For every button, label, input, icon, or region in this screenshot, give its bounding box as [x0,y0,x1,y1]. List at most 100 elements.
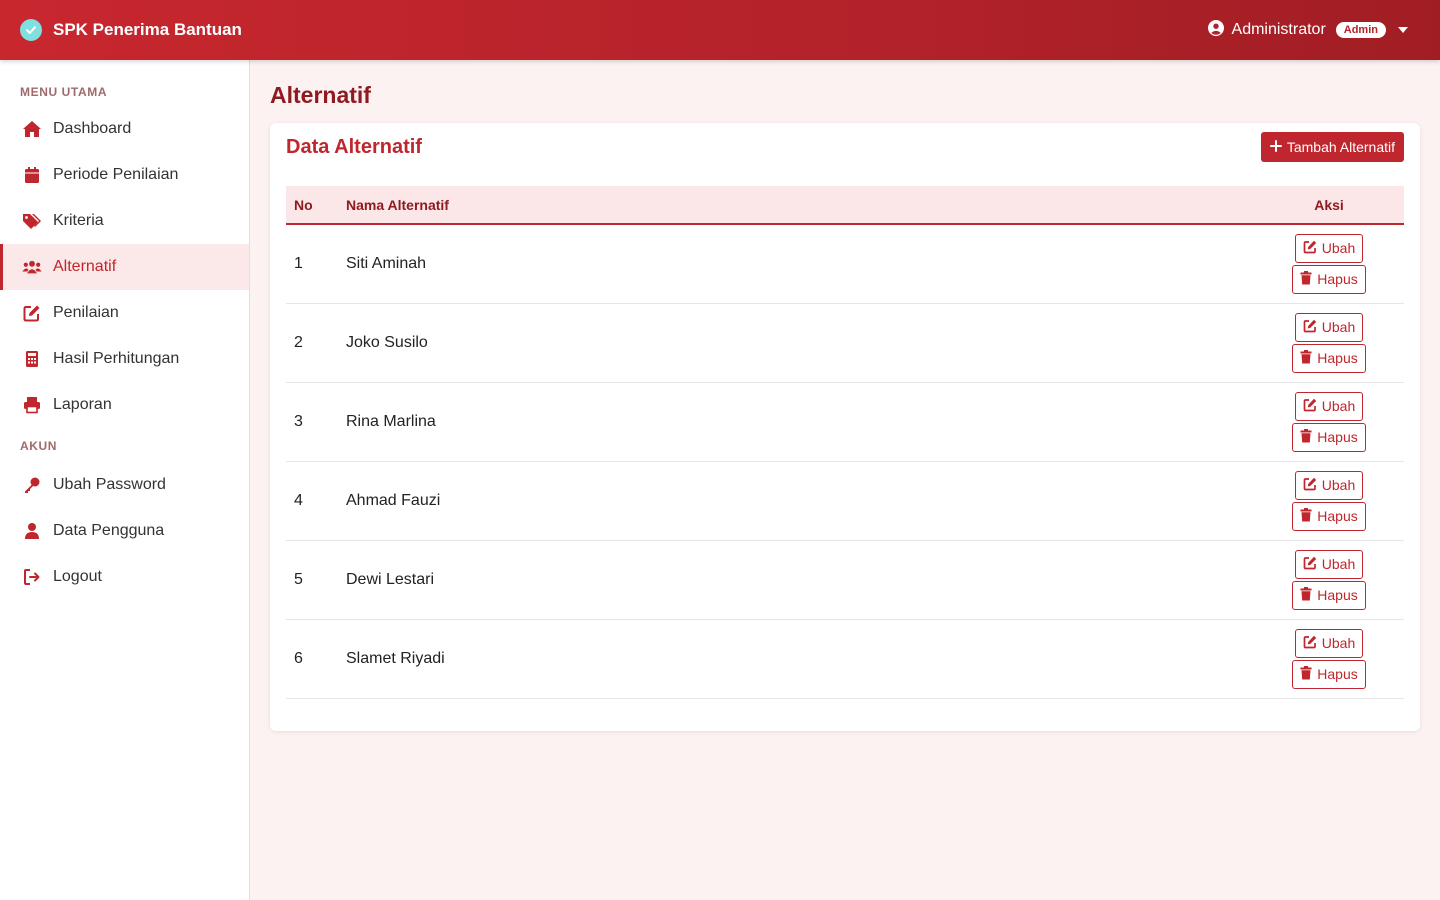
row-name: Dewi Lestari [346,570,435,588]
table-row: 2 Joko Susilo Ubah Hapus [286,303,1404,382]
chevron-down-icon[interactable] [1398,27,1408,33]
sidebar-item-label: Penilaian [53,304,119,321]
home-icon [22,119,42,139]
row-actions: Ubah Hapus [1254,224,1404,303]
sidebar-item-label: Alternatif [53,258,117,275]
trash-icon [1300,586,1312,604]
sidebar-item-label: Ubah Password [53,476,166,493]
add-button-label: Tambah Alternatif [1286,139,1395,155]
row-number: 2 [294,333,303,351]
delete-button[interactable]: Hapus [1292,501,1366,531]
trash-icon [1300,349,1312,367]
add-alternatif-button[interactable]: Tambah Alternatif [1260,132,1404,162]
user-name: Administrator [1231,21,1326,38]
column-header-aksi: Aksi [1314,196,1344,213]
delete-button[interactable]: Hapus [1292,264,1366,294]
check-circle-icon [20,19,42,41]
delete-button-label: Hapus [1317,587,1358,603]
edit-button[interactable]: Ubah [1294,312,1364,342]
row-number: 5 [294,570,303,588]
sidebar-item-dashboard[interactable]: Dashboard [0,106,249,152]
user-circle-icon [1207,19,1224,41]
data-card: Data Alternatif Tambah Alternatif No Nam… [270,123,1420,731]
sidebar-item-label: Hasil Perhitungan [53,350,180,367]
row-number: 3 [294,412,303,430]
sidebar: MENU UTAMA Dashboard Periode Penilaian K… [0,60,250,900]
table-row: 1 Siti Aminah Ubah Hapus [286,224,1404,303]
edit-icon [22,303,42,323]
delete-button[interactable]: Hapus [1292,422,1366,452]
sidebar-item-alternatif[interactable]: Alternatif [0,244,249,290]
alternatif-table: No Nama Alternatif Aksi 1 Siti Aminah Ub… [286,186,1404,699]
row-number: 1 [294,254,303,272]
sidebar-item-label: Kriteria [53,212,104,229]
sidebar-item-data-pengguna[interactable]: Data Pengguna [0,508,249,554]
column-header-no: No [294,196,313,213]
row-actions: Ubah Hapus [1254,382,1404,461]
delete-button[interactable]: Hapus [1292,659,1366,689]
trash-icon [1300,507,1312,525]
trash-icon [1300,665,1312,683]
trash-icon [1300,428,1312,446]
edit-button-label: Ubah [1321,398,1356,414]
delete-button-label: Hapus [1317,666,1358,682]
plus-icon [1269,139,1282,155]
calendar-icon [22,165,42,185]
edit-icon [1303,635,1317,652]
edit-icon [1303,556,1317,573]
delete-button[interactable]: Hapus [1292,343,1366,373]
brand[interactable]: SPK Penerima Bantuan [20,19,242,41]
top-navbar: SPK Penerima Bantuan Administrator Admin [0,0,1440,60]
sidebar-item-hasil-perhitungan[interactable]: Hasil Perhitungan [0,336,249,382]
edit-button-label: Ubah [1321,635,1356,651]
row-actions: Ubah Hapus [1254,619,1404,698]
logout-icon [22,567,42,587]
row-number: 4 [294,491,303,509]
akun-section-title: AKUN [20,439,58,453]
trash-icon [1300,270,1312,288]
sidebar-item-periode-penilaian[interactable]: Periode Penilaian [0,152,249,198]
user-menu[interactable]: Administrator Admin [1207,19,1420,41]
sidebar-item-label: Laporan [53,396,112,413]
edit-icon [1303,398,1317,415]
table-row: 6 Slamet Riyadi Ubah Hapus [286,619,1404,698]
sidebar-item-kriteria[interactable]: Kriteria [0,198,249,244]
delete-button-label: Hapus [1317,429,1358,445]
edit-icon [1303,240,1317,257]
row-actions: Ubah Hapus [1254,303,1404,382]
sidebar-item-label: Periode Penilaian [53,166,179,183]
sidebar-item-ubah-password[interactable]: Ubah Password [0,462,249,508]
key-icon [22,475,42,495]
edit-button[interactable]: Ubah [1294,233,1364,263]
edit-button[interactable]: Ubah [1294,391,1364,421]
row-actions: Ubah Hapus [1254,461,1404,540]
delete-button-label: Hapus [1317,271,1358,288]
brand-title: SPK Penerima Bantuan [53,20,242,39]
delete-button[interactable]: Hapus [1292,580,1366,610]
edit-icon [1303,477,1317,494]
table-row: 3 Rina Marlina Ubah Hapus [286,382,1404,461]
row-actions: Ubah Hapus [1254,540,1404,619]
edit-button-label: Ubah [1321,556,1356,572]
edit-button-label: Ubah [1321,319,1356,335]
edit-button-label: Ubah [1321,477,1356,493]
edit-button[interactable]: Ubah [1294,628,1364,658]
sidebar-item-label: Logout [53,568,102,585]
tags-icon [22,211,42,231]
sidebar-item-penilaian[interactable]: Penilaian [0,290,249,336]
sidebar-item-logout[interactable]: Logout [0,554,249,600]
edit-button[interactable]: Ubah [1294,549,1364,579]
edit-button[interactable]: Ubah [1294,470,1364,500]
edit-icon [1303,319,1317,336]
users-icon [22,257,42,277]
user-icon [22,521,42,541]
row-name: Siti Aminah [346,254,427,272]
delete-button-label: Hapus [1317,350,1358,366]
sidebar-item-laporan[interactable]: Laporan [0,382,249,428]
printer-icon [22,395,42,415]
table-row: 4 Ahmad Fauzi Ubah Hapus [286,461,1404,540]
row-name: Joko Susilo [346,333,428,351]
row-number: 6 [294,649,303,667]
sidebar-item-label: Data Pengguna [53,522,165,539]
column-header-nama: Nama Alternatif [346,196,449,213]
